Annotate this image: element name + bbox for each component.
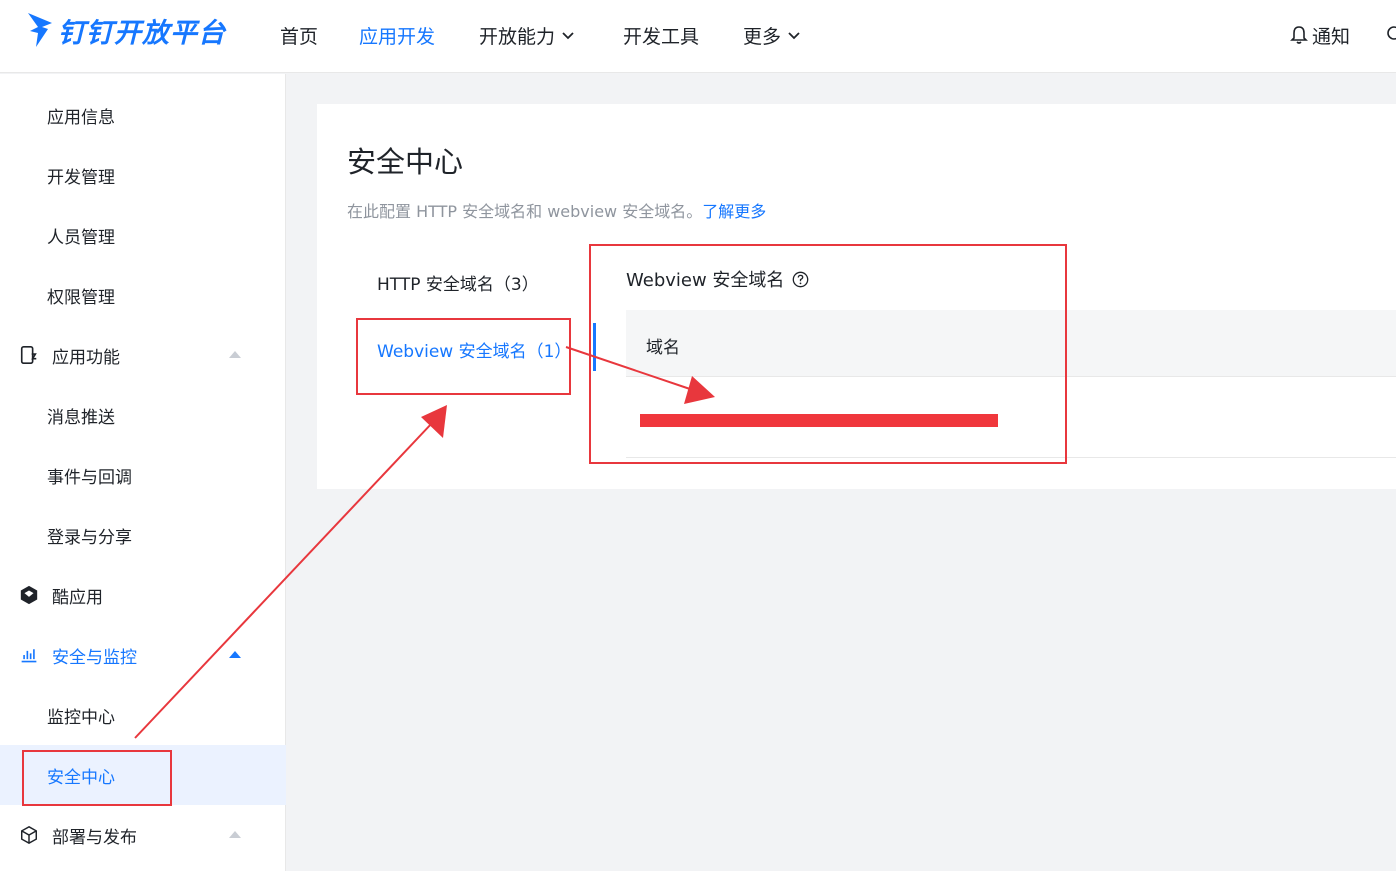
page-title: 安全中心 [347,145,464,179]
sidebar-item-label: 应用信息 [47,107,115,128]
notifications-label: 通知 [1312,25,1351,48]
sidebar-item-label: 开发管理 [47,167,115,188]
sidebar-item-label: 人员管理 [47,227,115,248]
nav-app-dev-label: 应用开发 [359,25,436,48]
sidebar-item-people-management[interactable]: 人员管理 [0,205,286,265]
sidebar-item-login-share[interactable]: 登录与分享 [0,505,286,565]
learn-more-link[interactable]: 了解更多 [702,202,766,221]
chevron-down-icon [788,32,800,40]
sidebar-item-label: 酷应用 [52,587,103,608]
caret-up-icon [229,831,241,838]
brand-logo[interactable]: 钉钉开放平台 [26,10,226,50]
nav-more-label: 更多 [743,25,782,48]
chevron-down-icon [562,32,574,40]
sidebar-item-permission-management[interactable]: 权限管理 [0,265,286,325]
sidebar-group-cool-app[interactable]: 酷应用 [0,565,286,625]
description-text: 在此配置 HTTP 安全域名和 webview 安全域名。 [347,202,703,221]
nav-dev-tools[interactable]: 开发工具 [623,20,699,50]
sidebar-item-label: 安全与监控 [52,647,137,668]
sidebar-group-app-functions[interactable]: 应用功能 [0,325,286,385]
cube-icon [18,824,40,846]
sidebar-item-label: 应用功能 [52,347,120,368]
caret-up-icon [229,651,241,658]
sidebar-item-monitoring-center[interactable]: 监控中心 [0,685,286,745]
sidebar-group-deploy-release[interactable]: 部署与发布 [0,805,286,865]
app-function-icon [18,344,40,366]
sidebar-item-events-callbacks[interactable]: 事件与回调 [0,445,286,505]
nav-app-dev[interactable]: 应用开发 [359,20,435,50]
annotation-box-webview-tab [356,318,571,395]
sidebar-item-label: 消息推送 [47,407,115,428]
annotation-box-security-center [22,750,172,806]
nav-open-capabilities[interactable]: 开放能力 [479,20,575,50]
annotation-box-webview-section [589,244,1067,464]
sidebar-item-message-push[interactable]: 消息推送 [0,385,286,445]
bell-icon [1290,26,1308,44]
page-description: 在此配置 HTTP 安全域名和 webview 安全域名。了解更多 [347,198,766,222]
sidebar-item-label: 事件与回调 [47,467,132,488]
nav-home[interactable]: 首页 [280,20,318,50]
dingtalk-logo-icon [28,13,52,47]
sidebar-item-label: 监控中心 [47,707,115,728]
top-navigation-bar: 钉钉开放平台 首页 应用开发 开放能力 开发工具 更多 通知 [0,0,1396,73]
help-bubble-icon[interactable] [1386,24,1396,44]
sidebar-item-label: 权限管理 [47,287,115,308]
sidebar-group-security-monitoring[interactable]: 安全与监控 [0,625,286,685]
sidebar-item-label: 登录与分享 [47,527,132,548]
sidebar-item-app-info[interactable]: 应用信息 [0,85,286,145]
sidebar-item-label: 部署与发布 [52,827,137,848]
brand-name: 钉钉开放平台 [58,17,226,49]
nav-open-capabilities-label: 开放能力 [479,25,556,48]
notifications-button[interactable]: 通知 [1290,20,1350,50]
nav-dev-tools-label: 开发工具 [623,25,700,48]
chart-bar-icon [18,644,40,666]
sidebar-item-dev-management[interactable]: 开发管理 [0,145,286,205]
tab-http-domains[interactable]: HTTP 安全域名（3） [377,270,539,295]
nav-home-label: 首页 [280,25,319,48]
nav-more[interactable]: 更多 [743,20,801,50]
caret-up-icon [229,351,241,358]
cool-app-icon [18,584,40,606]
